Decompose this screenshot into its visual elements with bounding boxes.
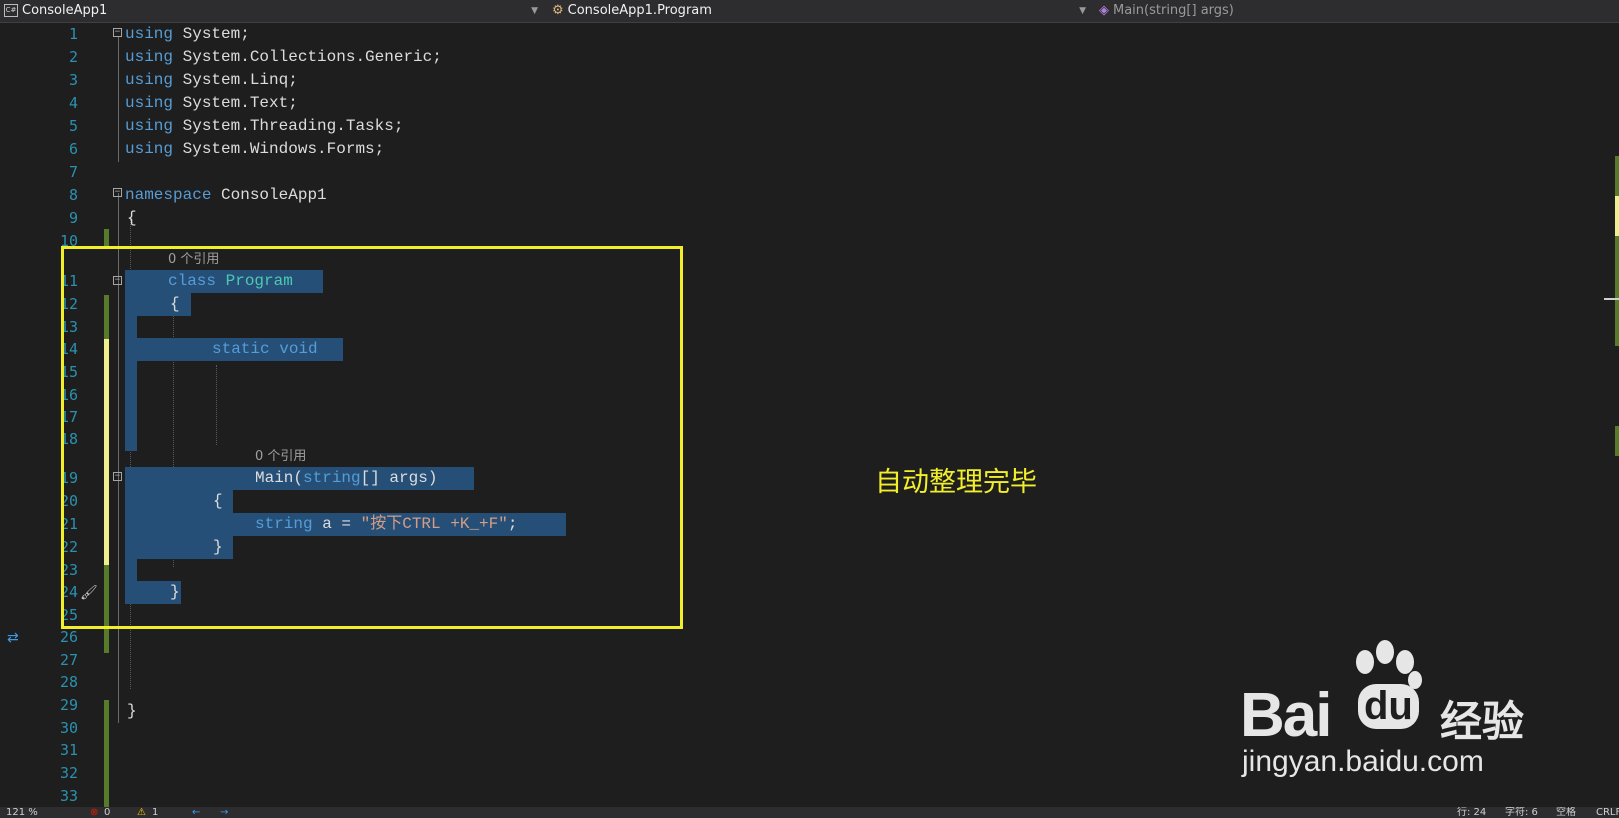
code-line-3: using System.Linq; xyxy=(125,69,298,92)
scroll-change-marker xyxy=(1615,196,1619,236)
keyword: using xyxy=(125,48,174,66)
bookmark-icon[interactable]: ⇄ xyxy=(7,630,19,646)
collapse-icon[interactable]: − xyxy=(113,28,122,37)
code-line-6: using System.Windows.Forms; xyxy=(125,138,384,161)
line-number: 33 xyxy=(59,787,78,805)
member-name: Main(string[] args) xyxy=(1113,3,1234,18)
scroll-change-marker xyxy=(1615,156,1619,346)
code-text: System.Windows.Forms; xyxy=(173,140,385,158)
line-indicator: 行: 24 xyxy=(1457,807,1487,818)
keyword: using xyxy=(125,25,174,43)
code-line-1: using System; xyxy=(125,23,250,46)
chevron-down-icon: ▼ xyxy=(531,6,538,16)
code-line-4: using System.Text; xyxy=(125,92,298,115)
line-number: 30 xyxy=(59,719,78,737)
annotation-highlight-box xyxy=(61,246,683,629)
warning-count: 1 xyxy=(152,807,159,818)
project-name: ConsoleApp1 xyxy=(22,3,108,18)
code-text: ConsoleApp1 xyxy=(211,186,327,204)
line-number: 2 xyxy=(68,48,78,66)
code-text: System; xyxy=(173,25,250,43)
keyword: using xyxy=(125,140,174,158)
navigation-bar: C# ConsoleApp1 ▼ ⚙ ConsoleApp1.Program ▼ ◈… xyxy=(0,0,1619,23)
change-bar-saved xyxy=(104,700,109,808)
line-number: 29 xyxy=(59,696,78,714)
code-text: System.Collections.Generic; xyxy=(173,48,442,66)
class-dropdown[interactable]: ⚙ ConsoleApp1.Program ▼ xyxy=(552,2,1092,20)
class-icon: ⚙ xyxy=(552,3,564,18)
warning-icon[interactable]: ⚠ xyxy=(137,807,146,818)
code-text: System.Linq; xyxy=(173,71,298,89)
char-indicator: 字符: 6 xyxy=(1505,807,1538,818)
scroll-caret-marker xyxy=(1604,298,1619,300)
line-number: 3 xyxy=(68,71,78,89)
line-number: 5 xyxy=(68,117,78,135)
scroll-change-marker xyxy=(1615,426,1619,456)
method-icon: ◈ xyxy=(1099,3,1109,18)
line-number: 4 xyxy=(68,94,78,112)
line-number: 28 xyxy=(59,673,78,691)
error-count: 0 xyxy=(104,807,111,818)
outline-line xyxy=(118,37,119,162)
collapse-icon[interactable]: − xyxy=(113,188,122,197)
member-dropdown[interactable]: ◈ Main(string[] args) xyxy=(1099,2,1604,20)
line-number: 7 xyxy=(68,163,78,181)
baidu-watermark: Bai du 经验 jingyan.baidu.com xyxy=(1240,640,1570,790)
status-bar: 121 % ⊗ 0 ⚠ 1 ← → 行: 24 字符: 6 空格 CRLF xyxy=(0,807,1619,818)
line-ending-indicator[interactable]: CRLF xyxy=(1596,807,1619,818)
code-line-5: using System.Threading.Tasks; xyxy=(125,115,403,138)
class-name: ConsoleApp1.Program xyxy=(567,3,712,18)
code-line-29: } xyxy=(127,702,137,720)
line-number: 9 xyxy=(68,209,78,227)
keyword: namespace xyxy=(125,186,212,204)
line-number: 6 xyxy=(68,140,78,158)
project-dropdown[interactable]: C# ConsoleApp1 ▼ xyxy=(4,2,544,20)
line-number: 8 xyxy=(68,186,78,204)
keyword: using xyxy=(125,94,174,112)
indent-indicator[interactable]: 空格 xyxy=(1556,807,1576,818)
line-number: 32 xyxy=(59,764,78,782)
line-number: 26 xyxy=(59,628,78,646)
line-number: 27 xyxy=(59,651,78,669)
line-number: 31 xyxy=(59,741,78,759)
zoom-level[interactable]: 121 % xyxy=(6,807,38,818)
keyword: using xyxy=(125,71,174,89)
csharp-project-icon: C# xyxy=(4,4,18,17)
vertical-scrollbar[interactable] xyxy=(1604,46,1619,808)
watermark-brand-cn: 经验 xyxy=(1440,697,1525,746)
keyword: using xyxy=(125,117,174,135)
code-line-8: namespace ConsoleApp1 xyxy=(125,184,327,207)
watermark-brand-du: du xyxy=(1358,684,1419,729)
forward-arrow-icon[interactable]: → xyxy=(220,807,228,818)
back-arrow-icon[interactable]: ← xyxy=(192,807,200,818)
code-text: System.Threading.Tasks; xyxy=(173,117,404,135)
watermark-url: jingyan.baidu.com xyxy=(1242,745,1484,778)
annotation-text: 自动整理完毕 xyxy=(875,467,1037,498)
watermark-brand: Bai xyxy=(1240,681,1332,750)
code-line-2: using System.Collections.Generic; xyxy=(125,46,442,69)
line-number: 1 xyxy=(68,25,78,43)
chevron-down-icon: ▼ xyxy=(1079,6,1086,16)
code-text: System.Text; xyxy=(173,94,298,112)
code-line-9: { xyxy=(127,209,137,227)
error-icon[interactable]: ⊗ xyxy=(90,807,98,818)
